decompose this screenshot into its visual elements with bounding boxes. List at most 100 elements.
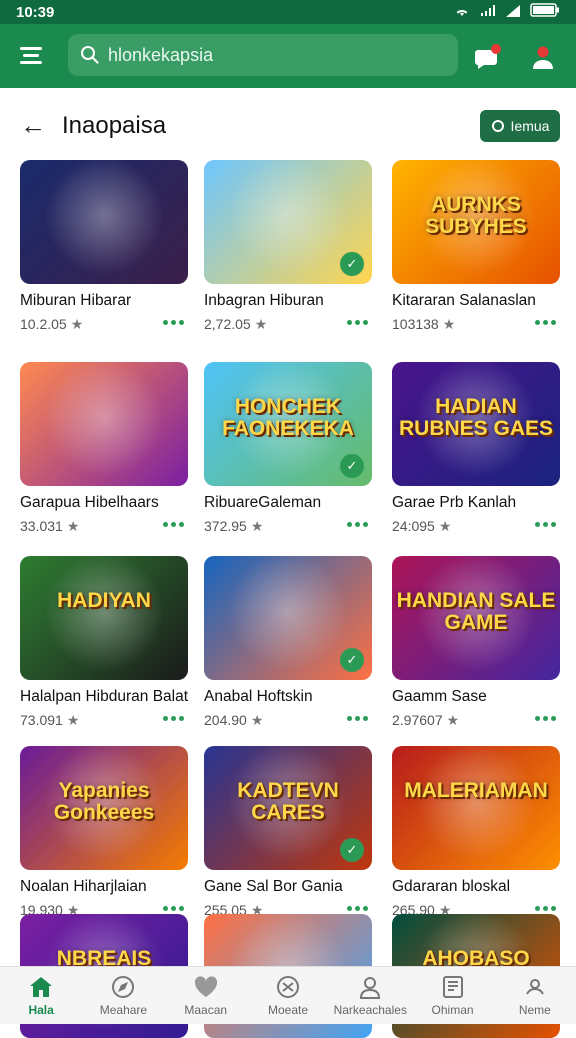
back-arrow-icon[interactable]: ← xyxy=(20,110,46,141)
explore-icon xyxy=(109,974,137,1000)
more-dots-icon[interactable] xyxy=(347,906,368,911)
game-icon xyxy=(274,974,302,1000)
play-badge-icon[interactable]: ✓ xyxy=(340,252,364,276)
nav-item-label: Hala xyxy=(28,1003,54,1017)
nav-item-game[interactable]: Moeate xyxy=(247,967,329,1024)
game-art-text: AURNKS SUBYHES xyxy=(425,193,527,239)
game-thumbnail[interactable]: HADIYAN xyxy=(20,556,188,680)
more-dots-icon[interactable] xyxy=(535,716,556,721)
game-thumbnail[interactable]: Yapanies Gonkeees xyxy=(20,746,188,870)
game-title: Gdararan bloskal xyxy=(392,878,511,895)
game-meta: 372.95 ★ xyxy=(204,518,263,535)
filter-button[interactable]: Iemua xyxy=(480,110,560,142)
more-dots-icon[interactable] xyxy=(163,320,184,325)
play-badge-icon[interactable]: ✓ xyxy=(340,454,364,478)
notification-icon[interactable] xyxy=(470,40,504,74)
menu-icon[interactable] xyxy=(20,45,50,67)
game-title: Gaamm Sase xyxy=(392,688,487,705)
game-title: Garapua Hibelhaars xyxy=(20,494,159,511)
more-dots-icon[interactable] xyxy=(535,906,556,911)
nav-item-home[interactable]: Hala xyxy=(0,967,82,1024)
game-art-text: HANDIAN SALE GAME xyxy=(396,589,556,635)
play-badge-icon[interactable]: ✓ xyxy=(340,838,364,862)
game-thumbnail[interactable] xyxy=(20,362,188,486)
more-dots-icon[interactable] xyxy=(163,906,184,911)
sub-header: ← Inaopaisa Iemua xyxy=(0,100,576,150)
game-meta: 73.091 ★ xyxy=(20,712,79,729)
nav-item-label: Maacan xyxy=(184,1003,228,1017)
game-title: Noalan Hiharjlaian xyxy=(20,878,147,895)
game-thumbnail[interactable] xyxy=(20,160,188,284)
nav-item-explore[interactable]: Meahare xyxy=(82,967,164,1024)
game-meta-value: 2.97607 xyxy=(392,712,443,728)
game-thumbnail[interactable]: HADIAN RUBNES GAES xyxy=(392,362,560,486)
game-meta-value: 103138 xyxy=(392,316,439,332)
game-art-text: HONCHEK FAONEKEKA xyxy=(222,395,354,441)
search-input[interactable]: hlonkekapsia xyxy=(68,34,458,76)
game-meta: 103138 ★ xyxy=(392,316,455,333)
game-meta-value: 372.95 xyxy=(204,518,247,534)
more-dots-icon[interactable] xyxy=(347,522,368,527)
game-title: Miburan Hibarar xyxy=(20,292,132,309)
refresh-icon xyxy=(491,120,504,132)
more-dots-icon[interactable] xyxy=(347,716,368,721)
game-meta: 33.031 ★ xyxy=(20,518,79,535)
star-icon: ★ xyxy=(438,518,452,534)
game-art-text: HADIAN RUBNES GAES xyxy=(398,395,554,441)
game-thumbnail[interactable]: AURNKS SUBYHES xyxy=(392,160,560,284)
top-app-bar: hlonkekapsia xyxy=(0,24,576,88)
more-dots-icon[interactable] xyxy=(163,522,184,527)
game-artwork xyxy=(20,362,188,486)
game-art-text: KADTEVN CARES xyxy=(237,779,339,825)
game-art-text: MALERIAMAN xyxy=(404,779,548,802)
game-thumbnail[interactable]: ✓ xyxy=(204,160,372,284)
more-dots-icon[interactable] xyxy=(347,320,368,325)
game-artwork xyxy=(20,160,188,284)
game-title: Gane Sal Bor Gania xyxy=(204,878,343,895)
bottom-navigation: Hala Meahare Maacan Moeate Narkeachales … xyxy=(0,966,576,1024)
star-icon: ★ xyxy=(254,316,268,332)
game-meta: 204.90 ★ xyxy=(204,712,263,729)
nav-item-label: Meahare xyxy=(99,1003,148,1017)
status-bar: 10:39 xyxy=(0,0,576,24)
star-icon: ★ xyxy=(70,316,84,332)
game-meta: 2.97607 ★ xyxy=(392,712,459,729)
heart-icon xyxy=(192,974,220,1000)
play-badge-icon[interactable]: ✓ xyxy=(340,648,364,672)
nav-item-heart[interactable]: Maacan xyxy=(165,967,247,1024)
game-thumbnail[interactable]: MALERIAMAN xyxy=(392,746,560,870)
game-meta-value: 73.091 xyxy=(20,712,63,728)
status-time: 10:39 xyxy=(16,3,55,21)
star-icon: ★ xyxy=(66,712,80,728)
game-artwork xyxy=(20,556,188,680)
game-meta-value: 2,72.05 xyxy=(204,316,251,332)
nav-item-library[interactable]: Ohiman xyxy=(411,967,493,1024)
game-meta-value: 204.90 xyxy=(204,712,247,728)
game-artwork xyxy=(392,746,560,870)
nav-item-label: Ohiman xyxy=(431,1003,474,1017)
wifi-icon xyxy=(454,4,470,21)
nav-item-profile[interactable]: Neme xyxy=(494,967,576,1024)
game-meta-value: 24:095 xyxy=(392,518,435,534)
star-icon: ★ xyxy=(66,518,80,534)
status-icons xyxy=(454,3,560,21)
game-thumbnail[interactable]: HONCHEK FAONEKEKA ✓ xyxy=(204,362,372,486)
game-thumbnail[interactable]: HANDIAN SALE GAME xyxy=(392,556,560,680)
nav-item-label: Narkeachales xyxy=(333,1003,407,1017)
search-text: hlonkekapsia xyxy=(108,44,214,65)
nav-item-label: Moeate xyxy=(267,1003,308,1017)
more-dots-icon[interactable] xyxy=(535,320,556,325)
nav-item-person[interactable]: Narkeachales xyxy=(329,967,411,1024)
game-thumbnail[interactable]: ✓ xyxy=(204,556,372,680)
game-title: Halalpan Hibduran Balat xyxy=(20,688,189,705)
game-thumbnail[interactable]: KADTEVN CARES ✓ xyxy=(204,746,372,870)
person-icon xyxy=(356,974,384,1000)
account-icon[interactable] xyxy=(526,40,560,74)
profile-icon xyxy=(521,974,549,1000)
more-dots-icon[interactable] xyxy=(163,716,184,721)
signal-icon xyxy=(480,4,496,21)
game-title: Inbagran Hiburan xyxy=(204,292,324,309)
game-meta: 10.2.05 ★ xyxy=(20,316,83,333)
more-dots-icon[interactable] xyxy=(535,522,556,527)
game-meta: 24:095 ★ xyxy=(392,518,451,535)
